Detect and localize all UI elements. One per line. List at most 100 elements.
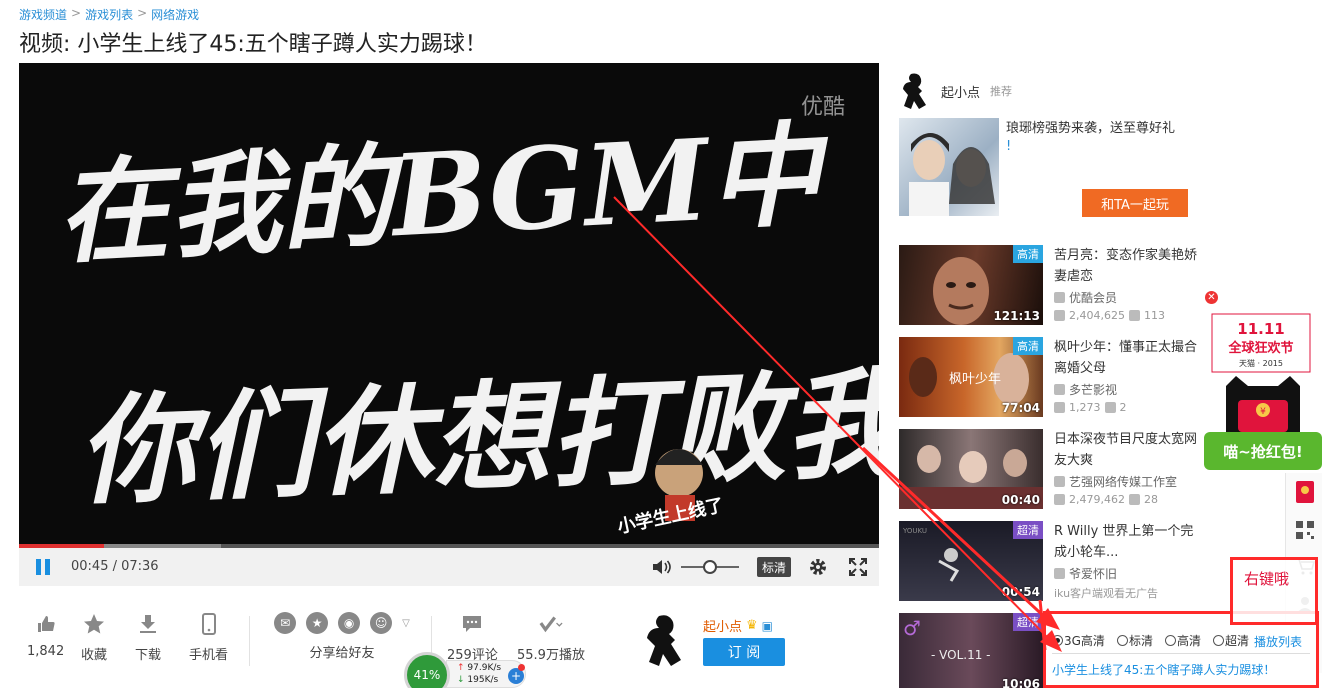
- video-content: 在我的BGM中 你们休想打败我 小学生上线了: [54, 109, 879, 538]
- qq-icon[interactable]: ☺: [370, 612, 393, 634]
- upload-speed: 97.9K/s: [467, 663, 502, 673]
- video-stats: 2,479,462 28: [1054, 493, 1158, 506]
- video-title[interactable]: 日本深夜节目尺度太宽网友大爽: [1054, 429, 1204, 471]
- user-icon: [1054, 384, 1065, 395]
- video-author[interactable]: 艺强网络传媒工作室: [1054, 473, 1177, 490]
- video-title[interactable]: R Willy 世界上第一个完成小轮车...: [1054, 521, 1204, 563]
- play-count-icon: [1054, 494, 1065, 505]
- share-group: ✉ ★ ◉ ☺ ▽ 分享给好友: [267, 612, 417, 661]
- ad-date: 11.11: [1237, 320, 1284, 338]
- recommender-name[interactable]: 起小点: [941, 82, 980, 101]
- video-caption-line1: 在我的BGM中: [54, 109, 834, 280]
- thumbs-up-icon: [34, 612, 58, 636]
- notification-dot: [518, 664, 525, 671]
- down-arrow-icon: ↓: [457, 675, 465, 685]
- close-icon[interactable]: ✕: [1205, 291, 1218, 304]
- comment-icon: [1128, 494, 1140, 505]
- recommender: 起小点 推荐: [899, 72, 1012, 110]
- thumb-caption: 枫叶少年: [949, 372, 1001, 387]
- fullscreen-icon[interactable]: [847, 556, 869, 578]
- video-stats: 1,273 2: [1054, 401, 1127, 414]
- list-item[interactable]: 枫叶少年 高清 77:04 枫叶少年：懂事正太撮合离婚父母 多芒影视 1,273…: [899, 337, 1219, 419]
- uploader-avatar[interactable]: [641, 612, 685, 668]
- video-duration: 00:40: [1001, 493, 1040, 507]
- download-button[interactable]: 下载: [135, 612, 161, 663]
- promo-text[interactable]: 琅琊榜强势来袭，送至尊好礼!: [1006, 120, 1216, 156]
- video-duration: 00:54: [1001, 585, 1040, 599]
- video-thumbnail[interactable]: 枫叶少年 高清 77:04: [899, 337, 1043, 417]
- thumb-watermark: YOUKU: [902, 527, 927, 535]
- list-item[interactable]: 00:40 日本深夜节目尺度太宽网友大爽 艺强网络传媒工作室 2,479,462…: [899, 429, 1219, 511]
- mobile-watch-label: 手机看: [189, 648, 229, 663]
- video-caption-line2: 你们休想打败我: [75, 353, 879, 521]
- video-author[interactable]: 爷爱怀旧: [1054, 565, 1117, 582]
- comment-icon: [1128, 310, 1140, 321]
- list-item[interactable]: 高清 121:13 苦月亮：变态作家美艳娇妻虐恋 优酷会员 2,404,625 1…: [899, 245, 1219, 327]
- ad-brand: 天猫 · 2015: [1239, 358, 1283, 368]
- download-label: 下载: [135, 648, 162, 663]
- list-item[interactable]: YOUKU 超清 00:54 R Willy 世界上第一个完成小轮车... 爷爱…: [899, 521, 1219, 603]
- video-thumbnail[interactable]: YOUKU 超清 00:54: [899, 521, 1043, 601]
- recommender-avatar[interactable]: [899, 72, 931, 110]
- red-packet-icon[interactable]: [1292, 479, 1318, 505]
- promo-thumbnail[interactable]: [899, 118, 999, 216]
- sidebar: 起小点 推荐 琅琊榜强势来袭，送至尊好礼! 和TA一起玩 高清 121:13 苦…: [899, 0, 1229, 688]
- volume-knob[interactable]: [703, 560, 717, 574]
- video-title[interactable]: 苦月亮：变态作家美艳娇妻虐恋: [1054, 245, 1204, 287]
- player-controls: 00:45 / 07:36 标清: [19, 548, 879, 586]
- youku-watermark: 优酷: [800, 95, 845, 120]
- video-author[interactable]: 优酷会员: [1054, 289, 1117, 306]
- wechat-icon[interactable]: ✉: [274, 612, 297, 634]
- pause-icon[interactable]: [33, 557, 53, 577]
- subscribe-button[interactable]: 订 阅: [703, 638, 785, 666]
- page-title: 视频: 小学生上线了45:五个瞎子蹲人实力踢球！: [19, 32, 487, 57]
- mobile-watch-button[interactable]: 手机看: [189, 612, 228, 663]
- crown-icon: ♛: [746, 618, 758, 633]
- breadcrumb-item-game-channel[interactable]: 游戏频道: [19, 6, 67, 23]
- favorite-button[interactable]: 收藏: [81, 612, 107, 663]
- video-stats: 2,404,625 113: [1054, 309, 1165, 322]
- film-icon: ▣: [761, 618, 774, 633]
- like-button[interactable]: 1,842: [27, 612, 64, 659]
- memory-percent: 41%: [404, 652, 450, 688]
- breadcrumb-item-online-games[interactable]: 网络游戏: [151, 6, 199, 23]
- video-stats: iku客户端观看无广告: [1054, 587, 1159, 600]
- speed-widget[interactable]: ↑ 97.9K/s ↓ 195K/s 41% +: [404, 652, 530, 688]
- recommend-tag: 推荐: [990, 85, 1013, 98]
- phone-icon: [197, 612, 221, 636]
- ad-redpacket: 喵~抢红包!: [1223, 443, 1302, 461]
- play-together-button[interactable]: 和TA一起玩: [1082, 189, 1188, 217]
- user-icon: [1054, 292, 1065, 303]
- video-thumbnail[interactable]: 00:40: [899, 429, 1043, 509]
- play-count-icon: [1054, 310, 1065, 321]
- volume-icon[interactable]: [651, 557, 673, 577]
- gear-icon[interactable]: [807, 556, 829, 578]
- user-icon: [1054, 568, 1065, 579]
- quality-button[interactable]: 标清: [757, 557, 791, 577]
- quality-badge: 超清: [1013, 521, 1043, 539]
- video-title[interactable]: 枫叶少年：懂事正太撮合离婚父母: [1054, 337, 1204, 379]
- video-duration: 10:06: [1001, 677, 1040, 688]
- uploader-name[interactable]: 起小点 ♛ ▣: [703, 616, 773, 635]
- qzone-icon[interactable]: ★: [306, 612, 329, 634]
- weibo-icon[interactable]: ◉: [338, 612, 361, 634]
- star-icon: [82, 612, 106, 636]
- video-author[interactable]: 多芒影视: [1054, 381, 1117, 398]
- annotation-label: 右键哦: [1244, 570, 1290, 588]
- video-thumbnail[interactable]: ♂ - VOL.11 - 超清 10:06: [899, 613, 1043, 688]
- chevron-down-icon[interactable]: ▽: [402, 618, 410, 629]
- checkmark-icon: [539, 612, 563, 636]
- tmall-ad[interactable]: 11.11 全球狂欢节 天猫 · 2015 ¥ 喵~抢红包!: [1204, 306, 1322, 472]
- video-thumbnail[interactable]: 高清 121:13: [899, 245, 1043, 325]
- favorite-label: 收藏: [81, 648, 108, 663]
- share-label: 分享给好友: [309, 646, 375, 661]
- video-frame[interactable]: 在我的BGM中 你们休想打败我 小学生上线了 优酷: [19, 63, 879, 544]
- video-player[interactable]: 在我的BGM中 你们休想打败我 小学生上线了 优酷 00:45 / 07:36 …: [19, 63, 879, 586]
- breadcrumb-item-game-list[interactable]: 游戏列表: [85, 6, 133, 23]
- video-duration: 121:13: [993, 309, 1040, 323]
- qr-code-icon[interactable]: [1292, 517, 1318, 543]
- breadcrumb: 游戏频道 > 游戏列表 > 网络游戏: [19, 6, 199, 23]
- comment-icon: [1104, 402, 1116, 413]
- quality-badge: 超清: [1013, 613, 1043, 631]
- up-arrow-icon: ↑: [457, 663, 465, 673]
